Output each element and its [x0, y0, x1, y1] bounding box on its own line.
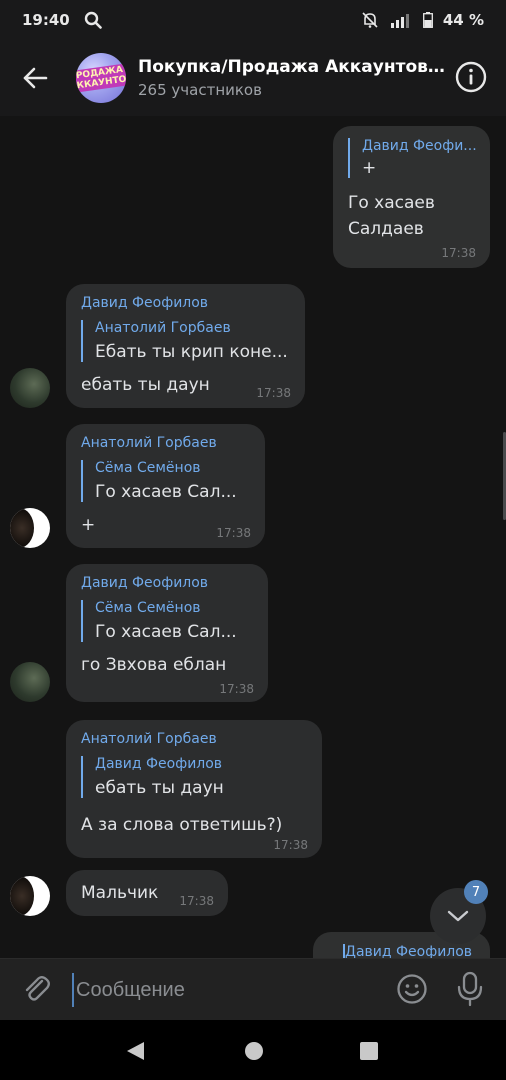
- member-count: 265 участников: [138, 81, 262, 99]
- reply-author: Давид Феофилов: [95, 756, 223, 772]
- message-text-line: Салдаев: [348, 219, 424, 239]
- message-time: 17:38: [273, 838, 308, 852]
- avatar[interactable]: [10, 368, 50, 408]
- message-time: 17:38: [219, 682, 254, 696]
- nav-back-button[interactable]: [124, 1040, 146, 1062]
- chat-header: ПРОДАЖА АККАУНТОВ Покупка/Продажа Аккаун…: [0, 40, 506, 116]
- triangle-back-icon: [127, 1042, 144, 1060]
- reply-author: Анатолий Горбаев: [95, 320, 231, 336]
- sender-name[interactable]: Анатолий Горбаев: [81, 435, 217, 451]
- reply-author: Давид Феофи...: [362, 138, 477, 154]
- nav-recents-button[interactable]: [358, 1040, 380, 1062]
- message-text: Мальчик: [81, 883, 159, 903]
- message-bubble[interactable]: Мальчик 17:38: [66, 870, 228, 916]
- reply-text: Ебать ты крип коне...: [95, 342, 288, 362]
- message-text: ебать ты даун: [81, 375, 210, 395]
- reply-text: Го хасаев Сал...: [95, 622, 237, 642]
- mute-icon: [361, 11, 379, 29]
- message-text: го Звхова еблан: [81, 655, 227, 675]
- avatar[interactable]: [10, 876, 50, 916]
- unread-badge: 7: [464, 880, 488, 904]
- back-button[interactable]: [0, 40, 70, 116]
- status-bar: 19:40 44 %: [0, 0, 506, 40]
- voice-message-button[interactable]: [456, 971, 484, 1007]
- chat-avatar[interactable]: ПРОДАЖА АККАУНТОВ: [76, 53, 126, 103]
- message-bubble[interactable]: Анатолий Горбаев Сёма Семёнов Го хасаев …: [66, 424, 265, 548]
- status-time: 19:40: [22, 11, 70, 29]
- reply-text: Го хасаев Сал...: [95, 482, 237, 502]
- sender-name[interactable]: Давид Феофилов: [81, 295, 208, 311]
- info-icon: [455, 61, 487, 93]
- microphone-icon: [457, 971, 483, 1007]
- chevron-down-icon: [447, 910, 469, 922]
- reply-quote[interactable]: Сёма Семёнов Го хасаев Сал...: [81, 600, 237, 642]
- reply-text: ебать ты даун: [95, 778, 224, 798]
- chat-title-block[interactable]: Покупка/Продажа Аккаунтов К. 265 участни…: [138, 57, 448, 99]
- search-icon: [84, 11, 102, 29]
- message-composer: Сообщение: [0, 958, 506, 1020]
- arrow-left-icon: [23, 67, 48, 89]
- message-text: +: [81, 515, 96, 535]
- sender-name[interactable]: Давид Феофилов: [81, 575, 208, 591]
- message-bubble[interactable]: Анатолий Горбаев Давид Феофилов ебать ты…: [66, 720, 322, 858]
- message-text: А за слова ответишь?): [81, 815, 283, 835]
- paperclip-icon: [25, 976, 50, 1001]
- battery-icon: [422, 12, 433, 28]
- message-bubble[interactable]: Давид Феофилов Сёма Семёнов Го хасаев Са…: [66, 564, 268, 702]
- message-time: 17:38: [256, 386, 291, 400]
- reply-text: +: [362, 158, 377, 178]
- reply-quote[interactable]: Давид Феофилов ебать ты даун: [81, 756, 224, 798]
- message-time: 17:38: [441, 246, 476, 260]
- sender-name: Давид Феофилов: [343, 944, 473, 958]
- system-nav-bar: [0, 1020, 506, 1080]
- avatar[interactable]: [10, 662, 50, 702]
- reply-author: Сёма Семёнов: [95, 600, 201, 616]
- circle-home-icon: [245, 1042, 263, 1060]
- message-text-line: Го хасаев: [348, 193, 435, 213]
- message-bubble[interactable]: Давид Феофи... + Го хасаев Салдаев 17:38: [333, 126, 490, 268]
- battery-level: 44 %: [442, 11, 484, 29]
- message-bubble[interactable]: Давид Феофилов Анатолий Горбаев Ебать ты…: [66, 284, 305, 408]
- signal-icon: [389, 12, 413, 28]
- chat-avatar-logo: ПРОДАЖА АККАУНТОВ: [76, 62, 126, 94]
- nav-home-button[interactable]: [243, 1040, 265, 1062]
- emoji-button[interactable]: [396, 973, 428, 1005]
- square-recents-icon: [360, 1042, 378, 1060]
- message-list[interactable]: Давид Феофи... + Го хасаев Салдаев 17:38…: [0, 116, 506, 958]
- reply-quote[interactable]: Сёма Семёнов Го хасаев Сал...: [81, 460, 237, 502]
- chat-title: Покупка/Продажа Аккаунтов К.: [138, 57, 448, 77]
- reply-quote[interactable]: Анатолий Горбаев Ебать ты крип коне...: [81, 320, 288, 362]
- avatar[interactable]: [10, 508, 50, 548]
- reply-quote[interactable]: Давид Феофи... +: [348, 138, 478, 178]
- message-time: 17:38: [179, 894, 214, 908]
- message-input[interactable]: Сообщение: [72, 973, 372, 1007]
- reply-author: Сёма Семёнов: [95, 460, 201, 476]
- info-button[interactable]: [454, 60, 488, 94]
- attach-button[interactable]: [20, 973, 52, 1005]
- message-time: 17:38: [216, 526, 251, 540]
- sender-name[interactable]: Анатолий Горбаев: [81, 731, 217, 747]
- smile-icon: [397, 974, 427, 1004]
